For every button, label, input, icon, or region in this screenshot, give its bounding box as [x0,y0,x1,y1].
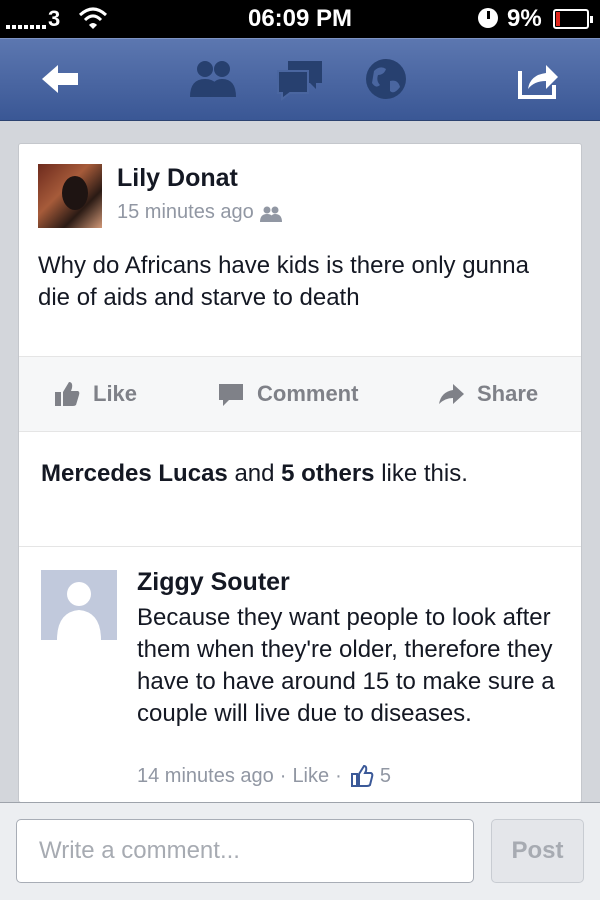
post-action-bar: Like Comment Share [19,356,581,432]
comment-like-count: 5 [379,764,391,787]
comment-composer: Post [0,802,600,900]
status-bar: 3 06:09 PM 9% [0,0,600,38]
comment-label: Comment [257,381,359,406]
share-icon[interactable] [516,57,560,101]
meta-separator: · [335,764,342,787]
likes-others[interactable]: 5 others [281,460,374,487]
meta-separator: · [279,764,287,787]
post-text: Why do Africans have kids is there only … [38,252,529,311]
divider [19,546,581,547]
comment-author-name[interactable]: Ziggy Souter [137,568,290,597]
likes-summary[interactable]: Mercedes Lucas and 5 others like this. [41,458,521,490]
battery-icon [553,9,593,29]
nav-bar [0,38,600,121]
share-arrow-icon [437,380,465,408]
messages-icon[interactable] [276,57,324,101]
like-label: Like [93,381,138,406]
comment-input[interactable] [16,819,474,883]
post-author-name[interactable]: Lily Donat [117,164,238,193]
comment-timestamp: 14 minutes ago [137,764,274,787]
likes-suffix: like this. [381,460,468,487]
post-timestamp: 15 minutes ago [117,201,254,223]
like-button[interactable]: Like [53,380,137,408]
battery-percent: 9% [507,5,542,32]
comment-text: Because they want people to look after t… [137,604,555,727]
friends-icon [259,205,282,222]
comment-like-link[interactable]: Like [292,765,329,788]
back-arrow-icon[interactable] [38,57,82,101]
friend-requests-icon[interactable] [188,57,238,101]
post-button[interactable]: Post [491,819,584,883]
comment-button[interactable]: Comment [217,380,358,408]
comment-bubble-icon [217,380,245,408]
post-card: Lily Donat 15 minutes ago Why do African… [18,143,582,803]
likes-and: and [234,460,275,487]
comment-meta: 14 minutes ago · Like · 5 [137,764,391,788]
liker-name[interactable]: Mercedes Lucas [41,460,228,487]
share-button[interactable]: Share [437,380,538,408]
notifications-globe-icon[interactable] [364,57,408,101]
author-avatar[interactable] [38,164,102,228]
alarm-icon [478,8,498,28]
post-meta: 15 minutes ago [117,201,282,224]
commenter-avatar[interactable] [41,570,117,640]
share-label: Share [477,381,539,406]
thumbs-up-icon [53,380,81,408]
thumbs-up-icon [350,764,374,788]
